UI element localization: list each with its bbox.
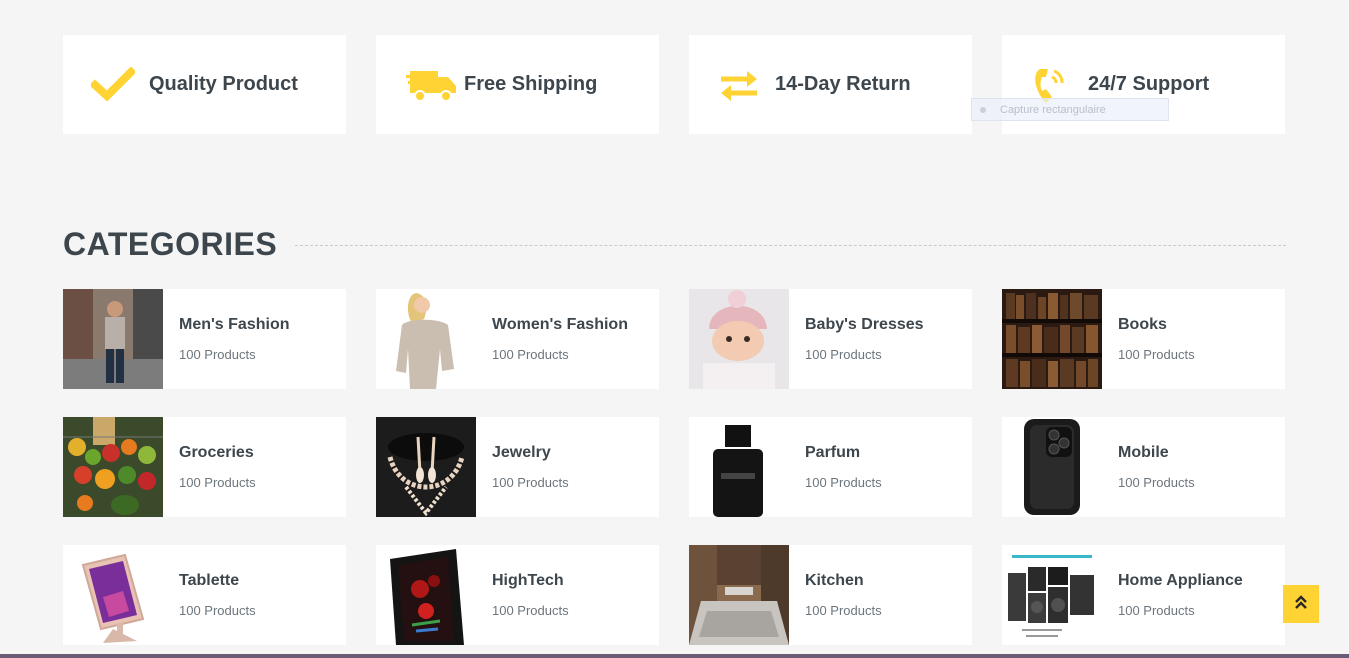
- category-card[interactable]: Parfum 100 Products: [689, 417, 972, 517]
- mens-fashion-image: [63, 289, 163, 389]
- category-card[interactable]: Home Appliance 100 Products: [1002, 545, 1285, 645]
- double-chevron-up-icon: [1294, 594, 1308, 615]
- category-card[interactable]: Jewelry 100 Products: [376, 417, 659, 517]
- category-count: 100 Products: [1118, 347, 1195, 362]
- category-name[interactable]: HighTech: [492, 572, 569, 590]
- categories-header: CATEGORIES: [63, 226, 1286, 263]
- category-count: 100 Products: [805, 475, 882, 490]
- category-name[interactable]: Parfum: [805, 444, 882, 462]
- category-name[interactable]: Mobile: [1118, 444, 1195, 462]
- category-card[interactable]: Mobile 100 Products: [1002, 417, 1285, 517]
- category-count: 100 Products: [805, 603, 882, 618]
- category-count: 100 Products: [492, 347, 569, 362]
- womens-fashion-image: [376, 289, 476, 389]
- capture-tooltip[interactable]: Capture rectangulaire: [971, 98, 1169, 121]
- category-name[interactable]: Jewelry: [492, 444, 569, 462]
- category-count: 100 Products: [1118, 475, 1195, 490]
- taskbar-strip: [0, 654, 1349, 658]
- back-to-top-button[interactable]: [1283, 585, 1319, 623]
- category-count: 100 Products: [179, 603, 256, 618]
- category-count: 100 Products: [1118, 603, 1195, 618]
- feature-quality: Quality Product: [63, 35, 346, 134]
- category-card[interactable]: Books 100 Products: [1002, 289, 1285, 389]
- record-dot-icon: [980, 106, 986, 113]
- category-card[interactable]: Baby's Dresses 100 Products: [689, 289, 972, 389]
- groceries-image: [63, 417, 163, 517]
- exchange-icon: [717, 60, 775, 110]
- parfum-image: [689, 417, 789, 517]
- home-appliance-image: [1002, 545, 1102, 645]
- category-count: 100 Products: [179, 347, 256, 362]
- books-image: [1002, 289, 1102, 389]
- feature-label: 24/7 Support: [1088, 73, 1210, 95]
- category-count: 100 Products: [492, 603, 569, 618]
- categories-grid: Men's Fashion 100 Products Women's Fashi…: [63, 289, 1285, 645]
- category-count: 100 Products: [492, 475, 569, 490]
- jewelry-image: [376, 417, 476, 517]
- category-name[interactable]: Kitchen: [805, 572, 882, 590]
- check-icon: [91, 60, 149, 110]
- babys-dresses-image: [689, 289, 789, 389]
- feature-return: 14-Day Return: [689, 35, 972, 134]
- category-card[interactable]: HighTech 100 Products: [376, 545, 659, 645]
- category-name[interactable]: Baby's Dresses: [805, 316, 924, 334]
- category-count: 100 Products: [179, 475, 256, 490]
- category-count: 100 Products: [805, 347, 882, 362]
- category-card[interactable]: Men's Fashion 100 Products: [63, 289, 346, 389]
- header-divider: [295, 245, 1286, 246]
- categories-title: CATEGORIES: [63, 226, 278, 262]
- feature-shipping: Free Shipping: [376, 35, 659, 134]
- category-name[interactable]: Groceries: [179, 444, 256, 462]
- kitchen-image: [689, 545, 789, 645]
- category-name[interactable]: Women's Fashion: [492, 316, 628, 334]
- hightech-image: [376, 545, 476, 645]
- category-name[interactable]: Men's Fashion: [179, 316, 289, 334]
- feature-label: Quality Product: [149, 73, 298, 95]
- category-card[interactable]: Tablette 100 Products: [63, 545, 346, 645]
- truck-icon: [406, 60, 464, 110]
- tablette-image: [63, 545, 163, 645]
- category-name[interactable]: Books: [1118, 316, 1195, 334]
- feature-label: Free Shipping: [464, 73, 598, 95]
- category-name[interactable]: Tablette: [179, 572, 256, 590]
- mobile-image: [1002, 417, 1102, 517]
- category-name[interactable]: Home Appliance: [1118, 572, 1243, 590]
- category-card[interactable]: Kitchen 100 Products: [689, 545, 972, 645]
- category-card[interactable]: Groceries 100 Products: [63, 417, 346, 517]
- capture-tooltip-label: Capture rectangulaire: [1000, 103, 1106, 116]
- feature-label: 14-Day Return: [775, 73, 911, 95]
- category-card[interactable]: Women's Fashion 100 Products: [376, 289, 659, 389]
